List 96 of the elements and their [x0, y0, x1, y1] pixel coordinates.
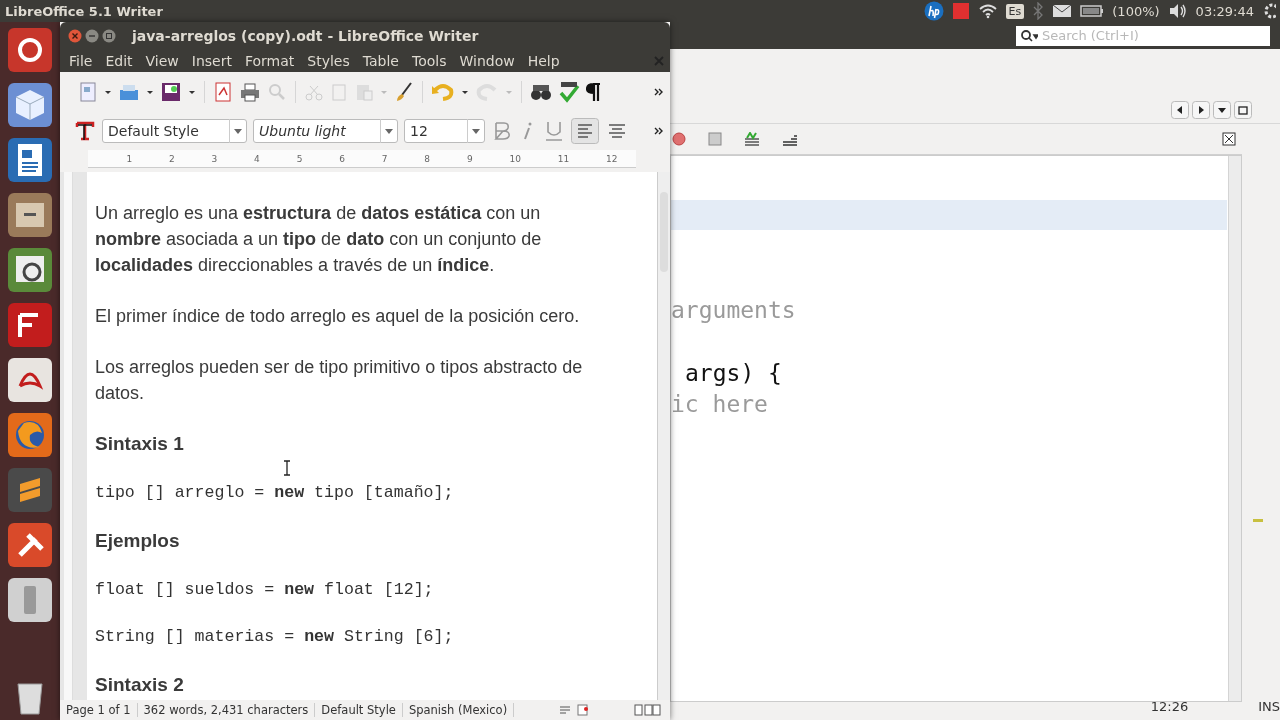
- ruler-number: 2: [168, 153, 175, 164]
- ruler-number: 11: [557, 153, 570, 164]
- search-icon: [1020, 28, 1038, 43]
- code-line: tipo [] arreglo = new tipo [tamaño];: [95, 482, 454, 504]
- battery-icon[interactable]: [1080, 4, 1105, 18]
- menu-item[interactable]: Styles: [302, 53, 355, 69]
- firefox-launcher-icon[interactable]: [6, 411, 54, 459]
- hp-icon[interactable]: [923, 1, 944, 21]
- error-stripe-mark: [1253, 519, 1263, 522]
- menu-item[interactable]: Help: [522, 53, 565, 69]
- more-icon[interactable]: [654, 126, 664, 136]
- window-title: java-arreglos (copy).odt - LibreOffice Writer: [132, 28, 479, 44]
- ruler-number: 8: [424, 153, 431, 164]
- keyboard-layout-indicator[interactable]: Es: [1005, 3, 1025, 19]
- menu-item[interactable]: Table: [357, 53, 404, 69]
- status-text: Default Style: [321, 703, 403, 717]
- maximize-button[interactable]: [1234, 101, 1252, 119]
- bluetooth-icon[interactable]: [1032, 2, 1045, 20]
- status-text: INS: [1258, 699, 1280, 714]
- ruler-number: 5: [296, 153, 303, 164]
- code-comment: ic here: [671, 391, 768, 417]
- pilcrow-icon[interactable]: [586, 81, 602, 103]
- text-cursor-icon: [283, 460, 291, 476]
- horizontal-ruler[interactable]: 1 2 3 4 5 6 7 8 9 10 11 12: [88, 150, 636, 168]
- expand-icon[interactable]: [1222, 132, 1236, 146]
- brush-icon[interactable]: [394, 81, 414, 103]
- volume-icon[interactable]: [1167, 3, 1188, 19]
- cube-launcher-icon[interactable]: [6, 81, 54, 129]
- caret-icon[interactable]: [104, 88, 112, 96]
- spellcheck-icon[interactable]: [558, 81, 580, 103]
- menu-item[interactable]: Edit: [100, 53, 138, 69]
- bar-steps-icon[interactable]: [782, 132, 798, 146]
- wifi-icon[interactable]: [977, 3, 998, 19]
- maximize-button[interactable]: [102, 29, 116, 43]
- paragraph: El primer índice de todo arreglo es aquel de la posición cero.: [95, 305, 581, 328]
- status-text: 12:26: [1150, 699, 1189, 714]
- more-icon[interactable]: [654, 87, 664, 97]
- menu-item[interactable]: Window: [454, 53, 520, 69]
- ruler-number: 10: [509, 153, 521, 164]
- ruler-number: 3: [211, 153, 218, 164]
- files-launcher-icon[interactable]: [6, 191, 54, 239]
- align-left-button[interactable]: [571, 118, 599, 144]
- ruler-number: 12: [606, 153, 618, 164]
- close-button[interactable]: [68, 29, 82, 43]
- menu-item[interactable]: Tools: [406, 53, 452, 69]
- binoculars-icon[interactable]: [530, 82, 552, 102]
- text-style-icon[interactable]: [74, 120, 96, 142]
- code-line: args) {: [685, 360, 782, 386]
- ruler-number: 9: [466, 153, 473, 164]
- chart-icon[interactable]: [744, 132, 760, 146]
- record-icon[interactable]: [672, 132, 686, 146]
- code-line: float [] sueldos = new float [12];: [95, 579, 434, 601]
- status-text: 362 words, 2,431 characters: [143, 703, 316, 717]
- minimize-button[interactable]: [85, 29, 99, 43]
- save-icon[interactable]: [160, 81, 182, 103]
- code-comment: arguments: [671, 297, 796, 323]
- vertical-scrollbar[interactable]: [657, 172, 670, 700]
- right-arrow-button[interactable]: [1192, 101, 1210, 119]
- clock[interactable]: 03:29:44: [1195, 3, 1254, 19]
- sublime-launcher-icon[interactable]: [6, 466, 54, 514]
- writer-launcher-icon[interactable]: [6, 136, 54, 184]
- caret-icon[interactable]: [146, 88, 154, 96]
- font-size-dropdown[interactable]: 12: [404, 119, 485, 143]
- folder-icon[interactable]: [118, 82, 140, 102]
- status-text: Spanish (Mexico): [408, 703, 515, 717]
- ruler-number: 1: [126, 153, 133, 164]
- heading: Ejemplos: [95, 529, 181, 553]
- mail-icon[interactable]: [1052, 4, 1073, 18]
- scrollbar[interactable]: [1228, 156, 1241, 701]
- heading: Sintaxis 1: [95, 432, 185, 456]
- printer-icon[interactable]: [239, 82, 261, 102]
- ruler-number: 7: [381, 153, 388, 164]
- paragraph: Los arreglos pueden ser de tipo primitivo o tipos abstracto de datos.: [95, 356, 584, 405]
- font-name-dropdown[interactable]: Ubuntu light: [253, 119, 398, 143]
- code-line: String [] materias = new String [6];: [95, 626, 454, 648]
- paragraph: Un arreglo es una estructura de datos estática con un nombre asociada a un tipo de dato con un conjunto de localidades direccionables a través de un índice.: [95, 202, 543, 277]
- ruler-number: 6: [339, 153, 345, 164]
- menu-item[interactable]: File: [64, 53, 98, 69]
- menu-item[interactable]: Insert: [186, 53, 237, 69]
- left-arrow-button[interactable]: [1171, 101, 1189, 119]
- document-page[interactable]: [87, 172, 657, 700]
- battery-percentage[interactable]: (100%): [1112, 3, 1160, 19]
- ruler-number: 4: [254, 153, 260, 164]
- caret-icon[interactable]: [461, 88, 469, 96]
- paragraph-style-dropdown[interactable]: Default Style: [102, 119, 247, 143]
- document-modified-icon[interactable]: [577, 704, 590, 716]
- caret-icon[interactable]: [188, 88, 196, 96]
- menu-item[interactable]: Format: [239, 53, 300, 69]
- status-text: Page 1 of 1: [66, 703, 138, 717]
- square-indicator-icon[interactable]: [951, 2, 970, 20]
- pdf-export-icon[interactable]: [213, 81, 233, 103]
- menu-item[interactable]: View: [140, 53, 184, 69]
- heading: Sintaxis 2: [95, 673, 185, 697]
- dropdown-arrow-button[interactable]: [1213, 101, 1231, 119]
- app-name: LibreOffice 5.1 Writer: [4, 3, 163, 19]
- page-view-icon[interactable]: [634, 704, 664, 716]
